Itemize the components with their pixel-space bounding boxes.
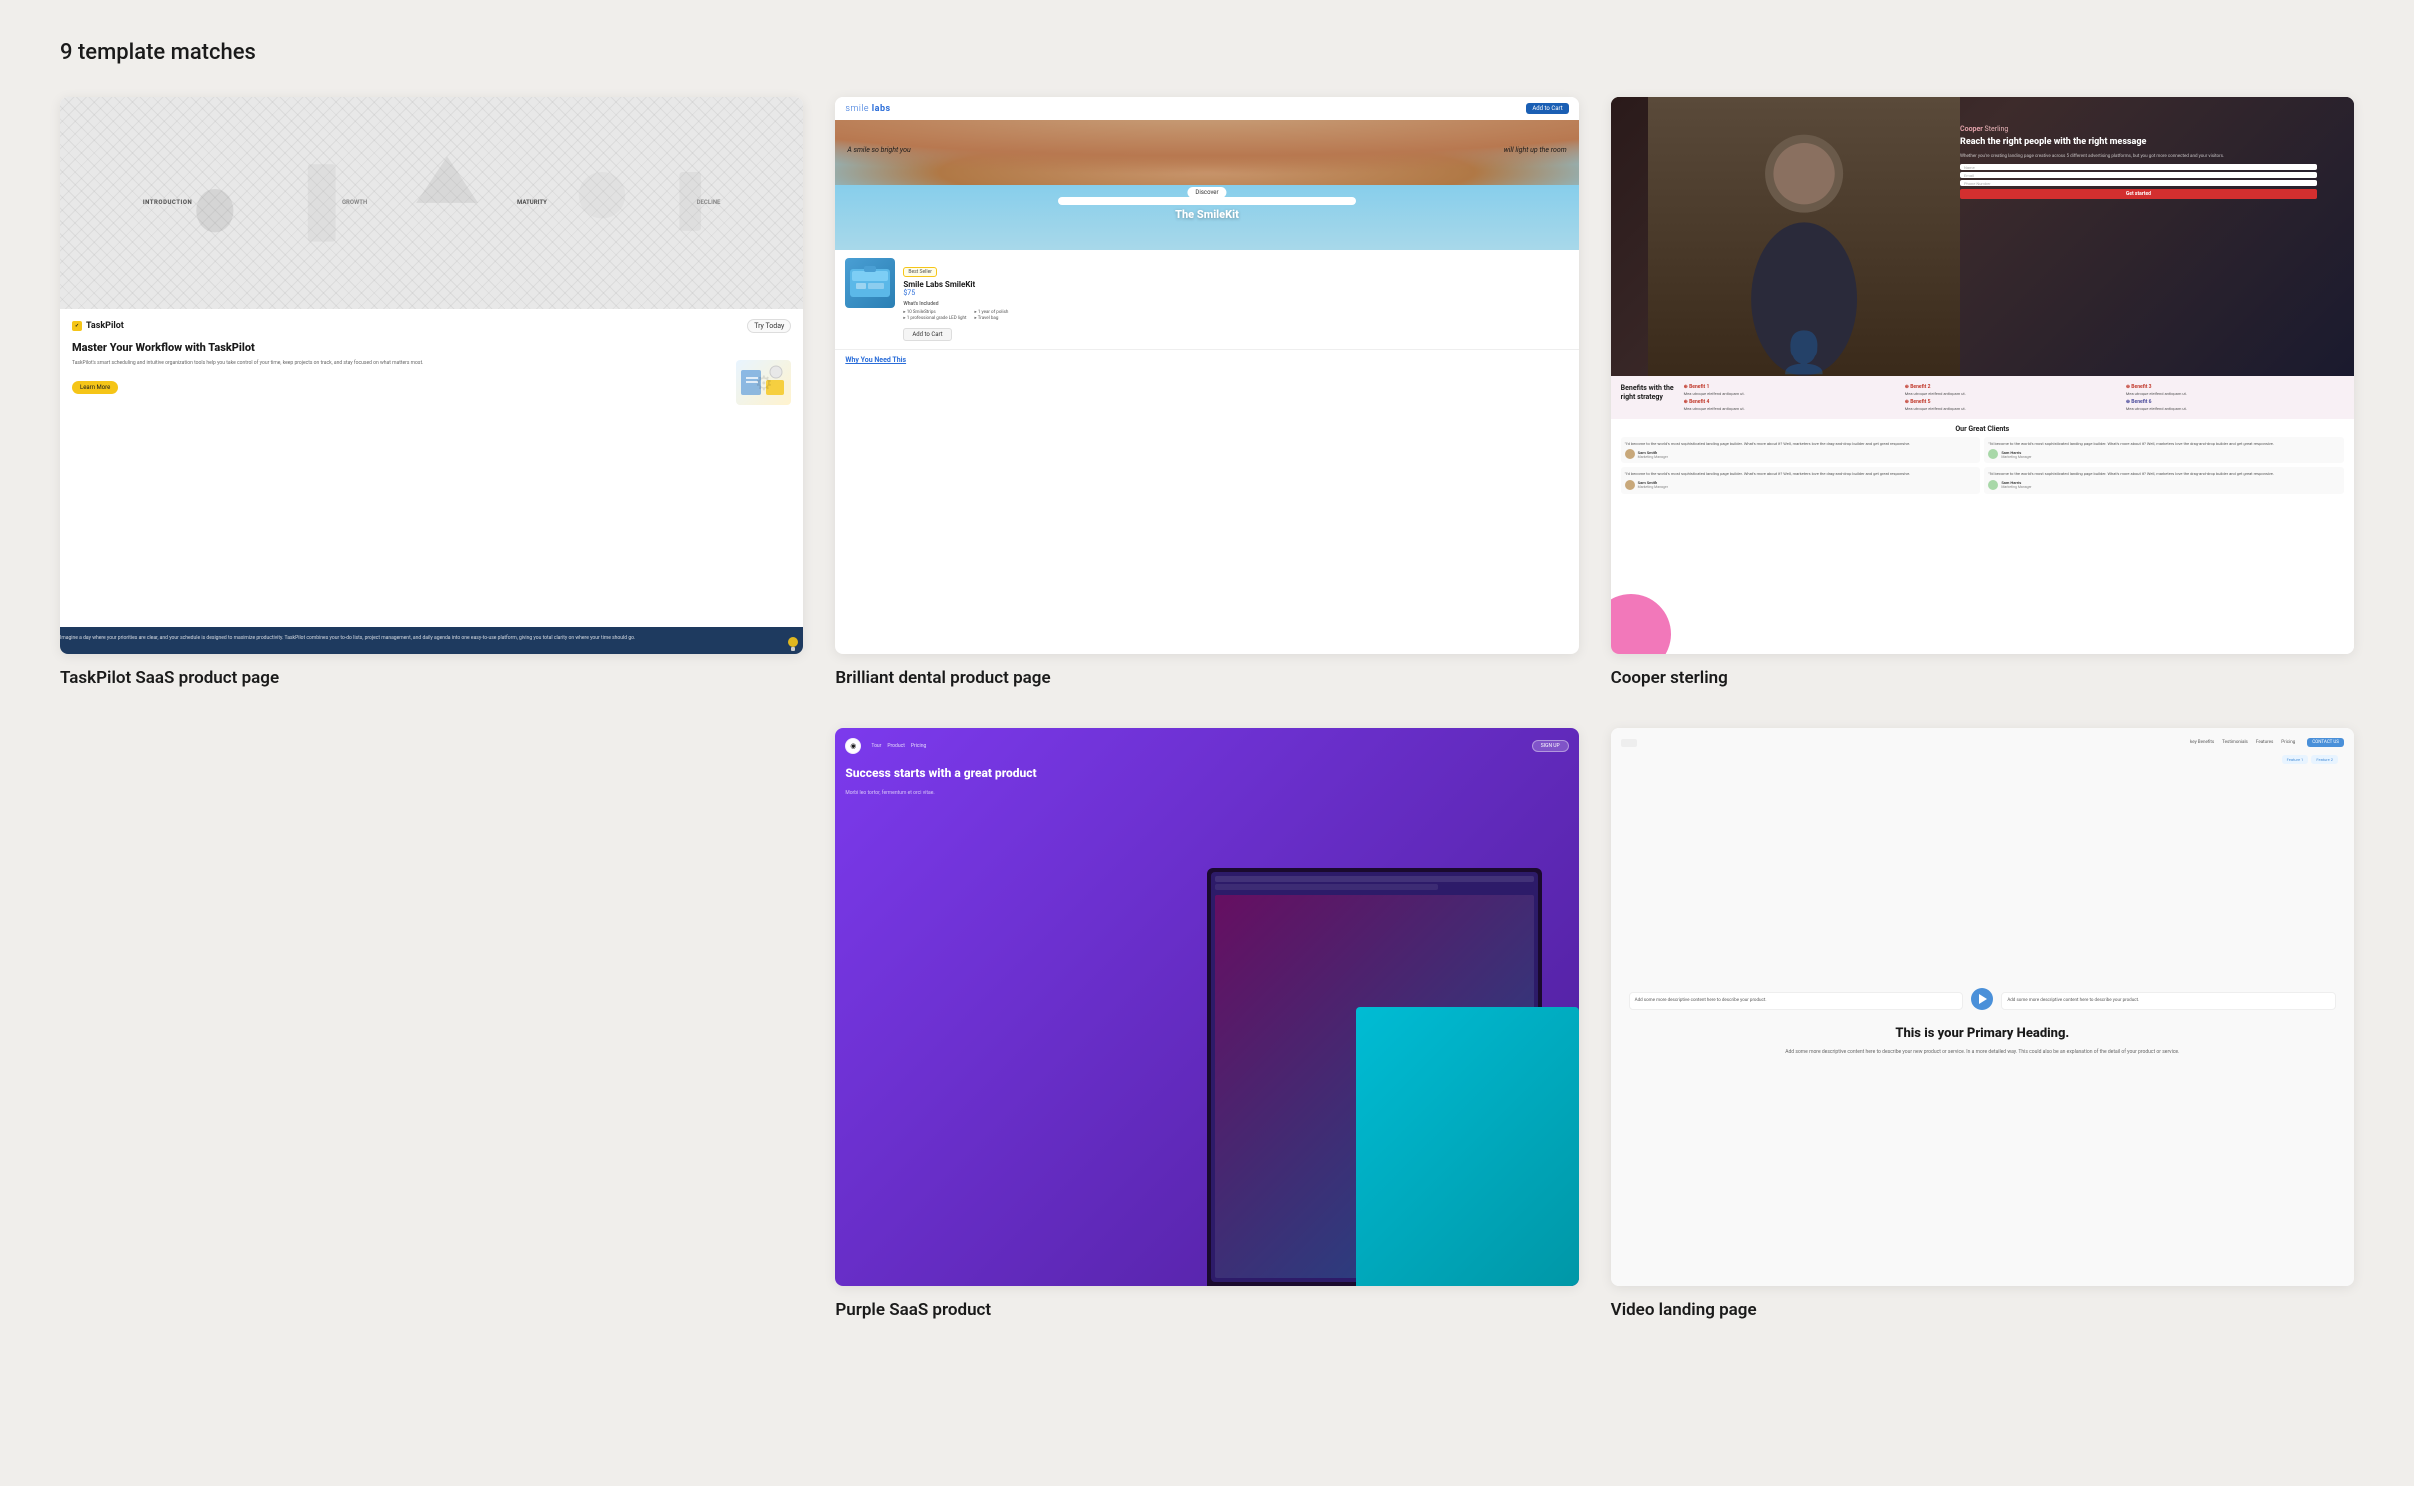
sl-hero: A smile so bright you will light up the …	[835, 120, 1578, 250]
template-card-cooper[interactable]: Cooper Sterling Reach the right people w…	[1611, 97, 2354, 688]
purple-nav-tour[interactable]: Tour	[871, 743, 881, 749]
template-label-taskpilot: TaskPilot SaaS product page	[60, 668, 803, 688]
template-card-taskpilot[interactable]: inTRODUCTION GROWTH MATURITY DECLINE	[60, 97, 803, 688]
purple-body-text: Morbi leo tortor, fermentum et orci vita…	[845, 790, 1568, 796]
sl-kit-name: The SmileKit	[1175, 208, 1239, 221]
purple-preview: ◉ Tour Product Pricing SIGN UP Success s…	[835, 728, 1578, 1285]
template-thumbnail-smile[interactable]: smile labs Add to Cart A smile so bright…	[835, 97, 1578, 654]
sl-smile-visual	[835, 120, 1578, 250]
cs-brand-text: Cooper	[1960, 125, 1983, 133]
purple-nav-pricing[interactable]: Pricing	[911, 743, 926, 749]
template-card-smile[interactable]: smile labs Add to Cart A smile so bright…	[835, 97, 1578, 688]
iso-svg	[60, 97, 803, 309]
cs-content: Cooper Sterling Reach the right people w…	[1960, 125, 2317, 199]
template-thumbnail-cooper[interactable]: Cooper Sterling Reach the right people w…	[1611, 97, 2354, 654]
page-title: 9 template matches	[60, 40, 2354, 65]
purple-nav: ◉ Tour Product Pricing SIGN UP	[845, 738, 1568, 754]
cs-person	[1648, 97, 1960, 376]
cs-person-svg	[1648, 97, 1960, 376]
tp-hero: inTRODUCTION GROWTH MATURITY DECLINE	[60, 97, 803, 309]
cs-email-field[interactable]: Email	[1960, 172, 2317, 178]
tp-small-svg	[736, 360, 791, 405]
template-label-cooper: Cooper sterling	[1611, 668, 2354, 688]
purple-cyan-bar	[1356, 1007, 1579, 1286]
template-grid: inTRODUCTION GROWTH MATURITY DECLINE	[60, 97, 2354, 1320]
cs-headline: Reach the right people with the right me…	[1960, 137, 2317, 149]
cs-phone-field[interactable]: Phone Number	[1960, 180, 2317, 186]
purple-logo: ◉	[845, 738, 861, 754]
template-label-smile: Brilliant dental product page	[835, 668, 1578, 688]
template-thumbnail-purple[interactable]: ◉ Tour Product Pricing SIGN UP Success s…	[835, 728, 1578, 1285]
cs-form: Name Email Phone Number Get started	[1960, 164, 2317, 199]
template-thumbnail-video[interactable]: key Benefits Testimonials Features Prici…	[1611, 728, 2354, 1285]
page-header: 9 template matches	[60, 40, 2354, 65]
cs-brand: Cooper Sterling	[1960, 125, 2317, 133]
purple-screen-row-2	[1215, 884, 1438, 890]
template-card-video[interactable]: key Benefits Testimonials Features Prici…	[1611, 728, 2354, 1319]
purple-screen-row-1	[1215, 876, 1533, 882]
purple-logo-icon: ◉	[846, 739, 860, 753]
template-card-purple[interactable]: ◉ Tour Product Pricing SIGN UP Success s…	[835, 728, 1578, 1319]
sl-discover-btn[interactable]: Discover	[1187, 187, 1226, 198]
tp-hero-illustration: inTRODUCTION GROWTH MATURITY DECLINE	[60, 97, 803, 309]
template-label-video: Video landing page	[1611, 1300, 2354, 1320]
cs-header: Cooper Sterling Reach the right people w…	[1611, 97, 2354, 376]
purple-signup-btn[interactable]: SIGN UP	[1532, 740, 1569, 752]
template-thumbnail-taskpilot[interactable]: inTRODUCTION GROWTH MATURITY DECLINE	[60, 97, 803, 654]
tp-illustration-small	[736, 360, 791, 405]
cs-subtext: Whether you're creating landing page cre…	[1960, 154, 2317, 161]
cs-name-field[interactable]: Name	[1960, 164, 2317, 170]
sl-tagline-right: will light up the room	[1504, 146, 1567, 154]
cs-submit-btn[interactable]: Get started	[1960, 189, 2317, 199]
sl-tagline-left: A smile so bright you	[847, 146, 910, 154]
purple-nav-links: Tour Product Pricing	[871, 743, 926, 749]
purple-nav-product[interactable]: Product	[887, 743, 904, 749]
purple-headline: Success starts with a great product	[845, 766, 1279, 782]
sl-tagline: A smile so bright you will light up the …	[835, 146, 1578, 154]
template-label-purple: Purple SaaS product	[835, 1300, 1578, 1320]
hover-overlay-video	[1611, 728, 2354, 1285]
